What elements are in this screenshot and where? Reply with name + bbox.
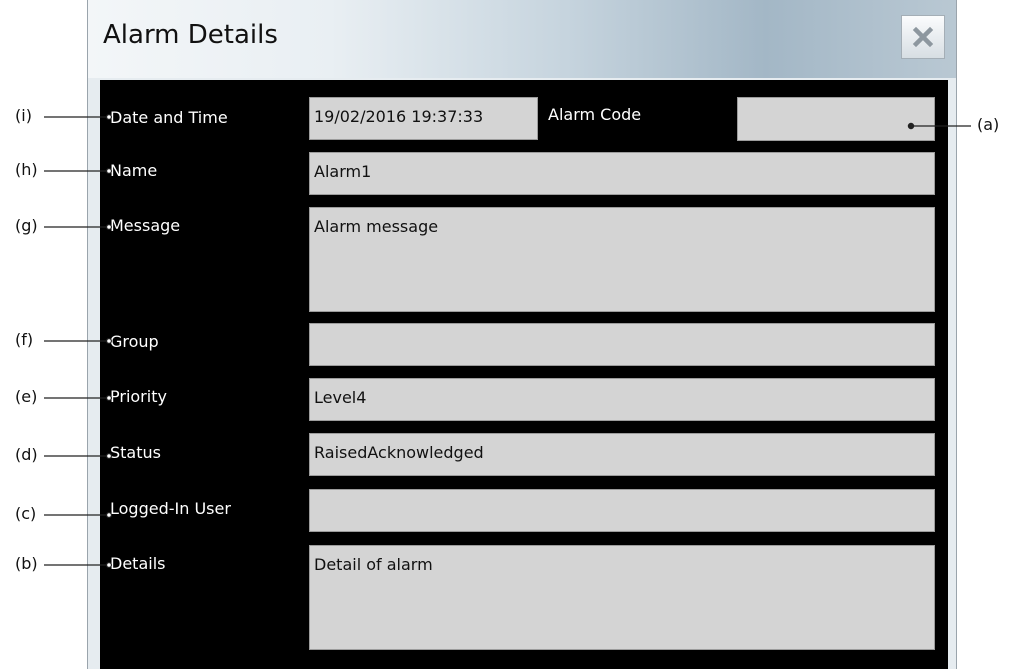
close-icon <box>912 26 934 48</box>
callout-label-b: (b) <box>15 554 38 573</box>
status-label: Status <box>110 443 161 462</box>
priority-field[interactable]: Level4 <box>309 378 935 421</box>
callout-label-g: (g) <box>15 216 38 235</box>
alarm-code-label: Alarm Code <box>548 105 642 124</box>
callout-label-h: (h) <box>15 160 38 179</box>
message-field[interactable]: Alarm message <box>309 207 935 312</box>
callout-label-e: (e) <box>15 387 38 406</box>
callout-label-a: (a) <box>977 115 1000 134</box>
callout-label-f: (f) <box>15 330 34 349</box>
callout-label-i: (i) <box>15 106 32 125</box>
details-field[interactable]: Detail of alarm <box>309 545 935 650</box>
alarm-code-field[interactable] <box>737 97 935 141</box>
date-time-label: Date and Time <box>110 108 228 127</box>
alarm-details-dialog: Alarm Details Date and Time 19/02/2016 1… <box>87 0 957 669</box>
logged-in-user-field[interactable] <box>309 489 935 532</box>
name-field[interactable]: Alarm1 <box>309 152 935 195</box>
dialog-title: Alarm Details <box>103 20 278 50</box>
group-label: Group <box>110 332 159 351</box>
close-button[interactable] <box>901 15 945 59</box>
date-time-field[interactable]: 19/02/2016 19:37:33 <box>309 97 538 140</box>
message-label: Message <box>110 216 181 235</box>
callout-label-c: (c) <box>15 504 37 523</box>
logged-in-user-label: Logged-In User <box>110 499 231 518</box>
group-field[interactable] <box>309 323 935 366</box>
status-field[interactable]: RaisedAcknowledged <box>309 433 935 476</box>
details-label: Details <box>110 554 166 573</box>
callout-label-d: (d) <box>15 445 38 464</box>
priority-label: Priority <box>110 387 167 406</box>
alarm-details-panel: Date and Time 19/02/2016 19:37:33 Alarm … <box>100 80 948 669</box>
name-label: Name <box>110 161 158 180</box>
dialog-titlebar: Alarm Details <box>88 0 956 78</box>
